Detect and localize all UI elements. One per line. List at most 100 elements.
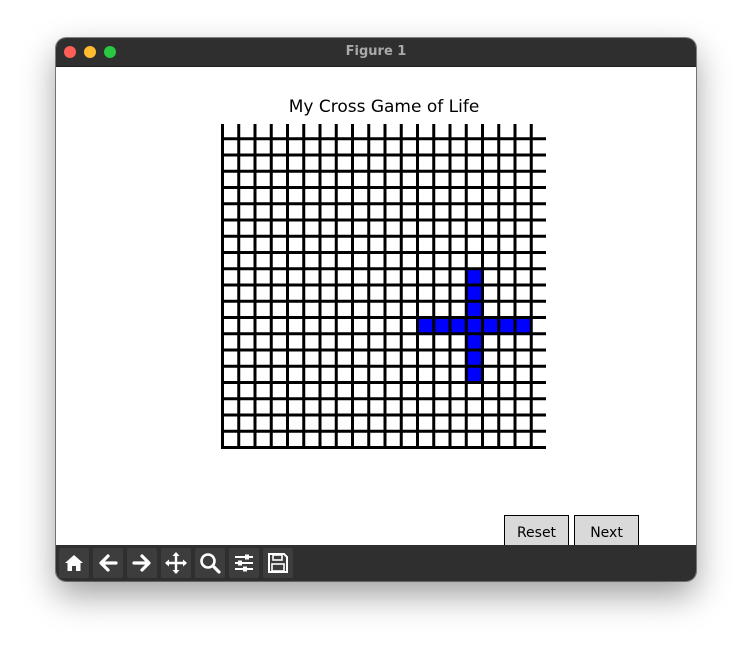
- empty-cell[interactable]: [435, 367, 449, 381]
- empty-cell[interactable]: [305, 302, 319, 316]
- empty-cell[interactable]: [402, 124, 416, 138]
- empty-cell[interactable]: [321, 270, 335, 284]
- empty-cell[interactable]: [451, 351, 465, 365]
- empty-cell[interactable]: [289, 351, 303, 365]
- empty-cell[interactable]: [240, 221, 254, 235]
- empty-cell[interactable]: [500, 416, 514, 430]
- empty-cell[interactable]: [240, 270, 254, 284]
- empty-cell[interactable]: [305, 351, 319, 365]
- empty-cell[interactable]: [272, 286, 286, 300]
- empty-cell[interactable]: [272, 140, 286, 154]
- empty-cell[interactable]: [305, 384, 319, 398]
- empty-cell[interactable]: [305, 205, 319, 219]
- empty-cell[interactable]: [272, 302, 286, 316]
- empty-cell[interactable]: [354, 351, 368, 365]
- empty-cell[interactable]: [224, 205, 238, 219]
- alive-cell[interactable]: [484, 319, 498, 333]
- empty-cell[interactable]: [435, 140, 449, 154]
- empty-cell[interactable]: [467, 172, 481, 186]
- empty-cell[interactable]: [386, 286, 400, 300]
- empty-cell[interactable]: [467, 400, 481, 414]
- empty-cell[interactable]: [224, 221, 238, 235]
- empty-cell[interactable]: [337, 124, 351, 138]
- empty-cell[interactable]: [224, 189, 238, 203]
- empty-cell[interactable]: [467, 140, 481, 154]
- empty-cell[interactable]: [386, 432, 400, 446]
- alive-cell[interactable]: [467, 302, 481, 316]
- empty-cell[interactable]: [272, 351, 286, 365]
- empty-cell[interactable]: [256, 351, 270, 365]
- empty-cell[interactable]: [435, 254, 449, 268]
- empty-cell[interactable]: [240, 335, 254, 349]
- empty-cell[interactable]: [435, 335, 449, 349]
- empty-cell[interactable]: [386, 416, 400, 430]
- empty-cell[interactable]: [370, 237, 384, 251]
- empty-cell[interactable]: [321, 156, 335, 170]
- home-button[interactable]: [59, 548, 89, 578]
- empty-cell[interactable]: [435, 221, 449, 235]
- empty-cell[interactable]: [370, 124, 384, 138]
- empty-cell[interactable]: [370, 351, 384, 365]
- empty-cell[interactable]: [370, 432, 384, 446]
- empty-cell[interactable]: [370, 254, 384, 268]
- alive-cell[interactable]: [467, 351, 481, 365]
- empty-cell[interactable]: [419, 156, 433, 170]
- empty-cell[interactable]: [419, 286, 433, 300]
- empty-cell[interactable]: [419, 237, 433, 251]
- empty-cell[interactable]: [289, 335, 303, 349]
- empty-cell[interactable]: [370, 172, 384, 186]
- empty-cell[interactable]: [224, 432, 238, 446]
- empty-cell[interactable]: [484, 189, 498, 203]
- empty-cell[interactable]: [321, 367, 335, 381]
- empty-cell[interactable]: [402, 237, 416, 251]
- empty-cell[interactable]: [272, 270, 286, 284]
- empty-cell[interactable]: [516, 205, 530, 219]
- empty-cell[interactable]: [240, 351, 254, 365]
- empty-cell[interactable]: [419, 140, 433, 154]
- empty-cell[interactable]: [484, 286, 498, 300]
- empty-cell[interactable]: [402, 416, 416, 430]
- empty-cell[interactable]: [370, 156, 384, 170]
- empty-cell[interactable]: [354, 140, 368, 154]
- empty-cell[interactable]: [419, 416, 433, 430]
- empty-cell[interactable]: [435, 432, 449, 446]
- empty-cell[interactable]: [240, 367, 254, 381]
- empty-cell[interactable]: [370, 416, 384, 430]
- empty-cell[interactable]: [467, 416, 481, 430]
- empty-cell[interactable]: [484, 237, 498, 251]
- empty-cell[interactable]: [451, 302, 465, 316]
- empty-cell[interactable]: [532, 156, 546, 170]
- empty-cell[interactable]: [305, 189, 319, 203]
- empty-cell[interactable]: [484, 124, 498, 138]
- empty-cell[interactable]: [532, 319, 546, 333]
- empty-cell[interactable]: [402, 319, 416, 333]
- empty-cell[interactable]: [305, 237, 319, 251]
- empty-cell[interactable]: [435, 172, 449, 186]
- empty-cell[interactable]: [272, 367, 286, 381]
- empty-cell[interactable]: [500, 432, 514, 446]
- empty-cell[interactable]: [516, 286, 530, 300]
- empty-cell[interactable]: [451, 205, 465, 219]
- empty-cell[interactable]: [402, 221, 416, 235]
- empty-cell[interactable]: [321, 172, 335, 186]
- empty-cell[interactable]: [305, 286, 319, 300]
- save-button[interactable]: [263, 548, 293, 578]
- empty-cell[interactable]: [337, 172, 351, 186]
- empty-cell[interactable]: [337, 221, 351, 235]
- empty-cell[interactable]: [256, 156, 270, 170]
- empty-cell[interactable]: [419, 254, 433, 268]
- empty-cell[interactable]: [451, 400, 465, 414]
- empty-cell[interactable]: [337, 140, 351, 154]
- empty-cell[interactable]: [272, 384, 286, 398]
- empty-cell[interactable]: [451, 172, 465, 186]
- empty-cell[interactable]: [272, 221, 286, 235]
- empty-cell[interactable]: [386, 351, 400, 365]
- back-button[interactable]: [93, 548, 123, 578]
- empty-cell[interactable]: [305, 319, 319, 333]
- empty-cell[interactable]: [337, 237, 351, 251]
- empty-cell[interactable]: [321, 400, 335, 414]
- empty-cell[interactable]: [224, 351, 238, 365]
- empty-cell[interactable]: [240, 302, 254, 316]
- empty-cell[interactable]: [240, 416, 254, 430]
- empty-cell[interactable]: [435, 237, 449, 251]
